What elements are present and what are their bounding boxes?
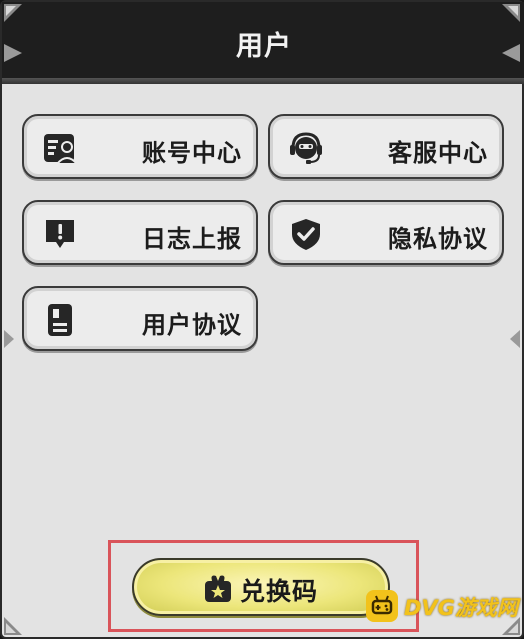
headset-icon [290,132,322,164]
user-agreement-label: 用户协议 [142,311,242,339]
user-panel: 用户 账号中心 客服中心 日志上报 隐私协议 用户协议 兑换码 DVG游戏网 [0,0,524,639]
panel-header: 用户 [2,2,524,84]
agreement-doc-icon [48,304,72,336]
report-alert-icon [46,220,74,248]
account-center-button[interactable]: 账号中心 [22,114,258,179]
privacy-policy-label: 隐私协议 [388,225,488,253]
privacy-policy-button[interactable]: 隐私协议 [268,200,504,265]
gamepad-icon [366,590,398,622]
corner-ornament-icon [4,44,22,62]
corner-ornament-icon [4,330,14,348]
log-report-button[interactable]: 日志上报 [22,200,258,265]
gift-star-icon [205,575,231,602]
corner-ornament-icon [502,4,520,22]
customer-service-button[interactable]: 客服中心 [268,114,504,179]
watermark-logo: DVG游戏网 [366,588,524,626]
corner-ornament-icon [510,330,520,348]
shield-check-icon [292,219,320,250]
customer-service-label: 客服中心 [388,139,488,167]
corner-ornament-icon [4,4,22,22]
corner-ornament-icon [502,44,520,62]
redeem-code-label: 兑换码 [240,577,319,606]
corner-ornament-icon [4,617,22,635]
redeem-code-button[interactable]: 兑换码 [132,558,390,616]
panel-title: 用户 [236,31,292,62]
log-report-label: 日志上报 [142,225,242,253]
user-agreement-button[interactable]: 用户协议 [22,286,258,351]
account-center-label: 账号中心 [142,139,242,167]
account-card-icon [44,134,78,165]
watermark-text: DVG游戏网 [404,596,518,620]
